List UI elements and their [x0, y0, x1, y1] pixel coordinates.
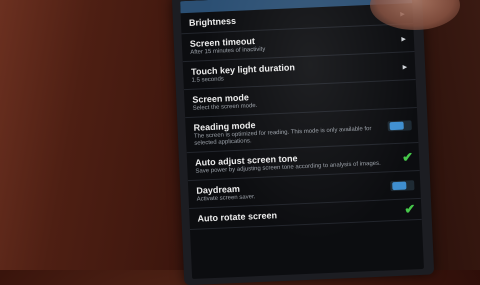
setting-title: Auto rotate screen [197, 210, 278, 224]
check-icon[interactable]: ✔ [402, 149, 414, 164]
chevron-right-icon: ▸ [402, 60, 408, 72]
phone-frame: Brightness ▸ Screen timeout After 15 min… [171, 0, 435, 285]
phone-screen: Brightness ▸ Screen timeout After 15 min… [180, 0, 424, 279]
reading-mode-toggle[interactable] [387, 120, 412, 132]
table-surface-left [0, 0, 185, 270]
daydream-toggle[interactable] [390, 179, 415, 191]
toggle-knob [389, 121, 404, 131]
toggle-knob [392, 181, 407, 190]
check-icon[interactable]: ✔ [404, 201, 416, 216]
chevron-right-icon: ▸ [401, 32, 407, 44]
